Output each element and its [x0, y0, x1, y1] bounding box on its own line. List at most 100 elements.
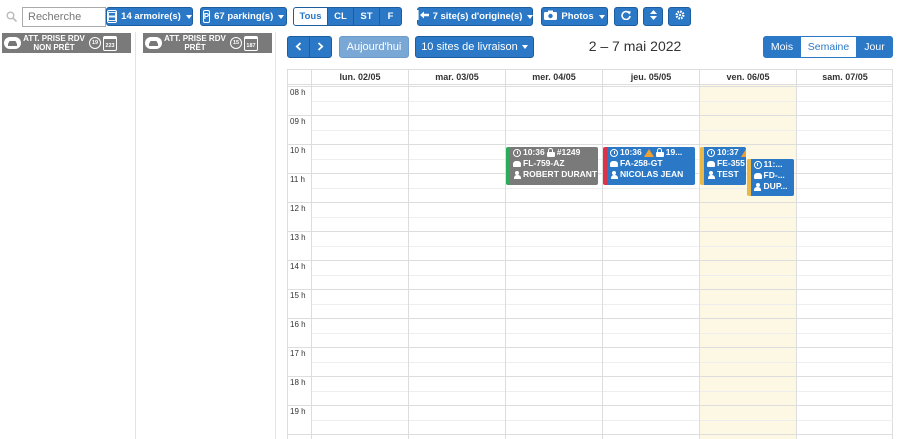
event-plate: FD-... [763, 170, 785, 181]
hour-line [288, 86, 892, 87]
car-icon [707, 160, 715, 167]
hour-label: 18 h [290, 378, 306, 387]
warning-icon [740, 148, 746, 157]
car-icon [145, 37, 162, 49]
hour-line [288, 347, 892, 348]
refresh-button[interactable] [614, 7, 638, 26]
hour-line [288, 202, 892, 203]
origin-sites-dropdown-button[interactable]: 7 site(s) d'origine(s) [416, 7, 534, 26]
event-reference: #1249 [556, 147, 581, 158]
chevron-down-icon [598, 14, 605, 19]
status-label-line2: PRÊT [184, 43, 206, 52]
hour-label: 16 h [290, 320, 306, 329]
filter-tous-button[interactable]: Tous [293, 7, 328, 26]
calendar-event[interactable]: 10:37126FE-355TEST [700, 147, 746, 185]
today-button[interactable]: Aujourd'hui [339, 36, 409, 58]
event-line: NICOLAS JEAN [607, 169, 695, 180]
calendar-count-badge: 223 [103, 35, 117, 51]
hour-line [288, 376, 892, 377]
hour-label: 12 h [290, 204, 306, 213]
event-time: 10:36 [523, 147, 545, 158]
chevron-left-icon [295, 40, 302, 54]
sort-icon [649, 10, 657, 23]
prev-week-button[interactable] [287, 36, 310, 58]
user-icon [754, 182, 762, 191]
car-icon [513, 160, 521, 167]
filter-f-button[interactable]: F [379, 7, 402, 26]
view-day-button[interactable]: Jour [856, 36, 893, 58]
hour-label: 10 h [290, 146, 306, 155]
status-label: ATT. PRISE RDV NON PRÊT [21, 34, 87, 52]
event-time: 10:37 [717, 147, 739, 158]
day-column-line [699, 85, 700, 439]
day-header: mar. 03/05 [408, 70, 505, 85]
status-label-line1: ATT. PRISE RDV [164, 34, 226, 43]
clock-icon [610, 148, 618, 157]
type-filter-group: Tous CL ST F [293, 7, 402, 26]
today-column-highlight [699, 85, 796, 439]
calendar-event[interactable]: 10:36 #1249 FL-759-AZ ROBERT DURANT [506, 147, 599, 185]
event-client: DUP... [763, 181, 788, 192]
view-month-button[interactable]: Mois [763, 36, 801, 58]
status-label-line1: ATT. PRISE RDV [23, 34, 85, 43]
photos-label: Photos [561, 11, 594, 22]
event-time: 11:... [763, 159, 783, 170]
car-icon [753, 172, 762, 179]
event-client: TEST [717, 169, 739, 180]
event-line: FL-759-AZ [510, 158, 598, 169]
event-line: FA-258-GT [607, 158, 695, 169]
day-header: ven. 06/05 [699, 70, 796, 85]
filter-st-button[interactable]: ST [353, 7, 380, 26]
user-icon [513, 170, 521, 179]
settings-button[interactable] [668, 7, 691, 26]
calendar-event[interactable]: 10:36 19... FA-258-GT NICOLAS JEAN [603, 147, 696, 185]
filter-cl-button[interactable]: CL [327, 7, 354, 26]
day-header: sam. 07/05 [796, 70, 893, 85]
lockers-label: 14 armoire(s) [121, 11, 181, 22]
clock-icon [753, 160, 762, 169]
event-line: 10:36 19... [607, 147, 695, 158]
sort-button[interactable] [643, 7, 663, 26]
clock-count-badge: 15 [230, 37, 242, 49]
day-column-line [505, 85, 506, 439]
event-client: NICOLAS JEAN [620, 169, 684, 180]
event-line: 10:37126 [704, 147, 746, 158]
view-week-button[interactable]: Semaine [800, 36, 857, 58]
parkings-label: 67 parking(s) [214, 11, 274, 22]
status-label: ATT. PRISE RDV PRÊT [162, 34, 228, 52]
day-header: jeu. 05/05 [602, 70, 699, 85]
gear-icon [675, 10, 685, 23]
calendar-event[interactable]: 11:... FD-... DUP... [746, 159, 795, 197]
delivery-sites-dropdown-button[interactable]: 10 sites de livraison [415, 36, 534, 58]
day-column-line [311, 85, 312, 439]
hour-label: 13 h [290, 233, 306, 242]
calendar-count-badge: 187 [244, 35, 258, 51]
status-card-not-ready[interactable]: ATT. PRISE RDV NON PRÊT 19 223 [2, 33, 131, 53]
locker-icon [107, 10, 118, 23]
chevron-right-icon [317, 40, 324, 54]
hour-label: 14 h [290, 262, 306, 271]
hour-label: 15 h [290, 291, 306, 300]
hour-line [288, 405, 892, 406]
day-header: mer. 04/05 [505, 70, 602, 85]
delivery-sites-label: 10 sites de livraison [421, 41, 518, 53]
clock-icon [513, 148, 521, 157]
hour-line [288, 115, 892, 116]
calendar-header-gutter [288, 70, 311, 85]
event-line: FD-... [751, 170, 795, 181]
lock-icon [655, 147, 664, 157]
parkings-dropdown-button[interactable]: P 67 parking(s) [200, 7, 287, 26]
chevron-down-icon [527, 14, 534, 19]
status-card-ready[interactable]: ATT. PRISE RDV PRÊT 15 187 [143, 33, 272, 53]
hour-line [288, 260, 892, 261]
photos-dropdown-button[interactable]: Photos [541, 7, 608, 26]
toolbar: 14 armoire(s) P 67 parking(s) Tous CL ST… [0, 0, 900, 32]
next-week-button[interactable] [309, 36, 332, 58]
warning-icon [643, 148, 654, 157]
search-input[interactable] [22, 7, 106, 27]
clock-count-badge: 19 [89, 37, 101, 49]
day-column-line [796, 85, 797, 439]
status-label-line2: NON PRÊT [33, 43, 75, 52]
day-column-line [602, 85, 603, 439]
lockers-dropdown-button[interactable]: 14 armoire(s) [106, 7, 193, 26]
